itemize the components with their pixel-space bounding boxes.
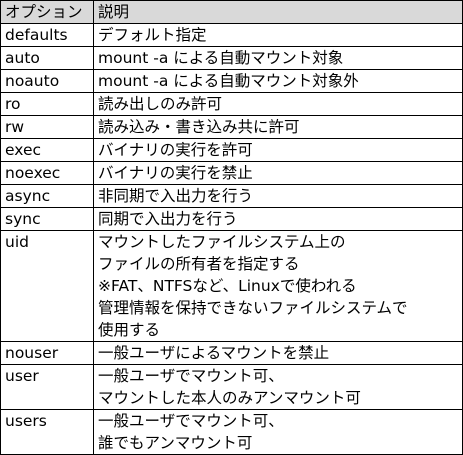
description-line: 読み出しのみ許可	[98, 95, 223, 113]
description-line: 誰でもアンマウント可	[98, 434, 253, 452]
description-line: バイナリの実行を禁止	[98, 164, 253, 182]
option-cell: nouser	[0, 341, 94, 365]
option-cell: uid	[0, 230, 94, 342]
description-cell: 一般ユーザでマウント可、マウントした本人のみアンマウント可	[93, 364, 463, 410]
description-line: mount -a による自動マウント対象外	[98, 72, 359, 90]
option-cell: noauto	[0, 69, 94, 93]
table-row: ro 読み出しのみ許可	[0, 92, 463, 116]
table-row: nouser 一般ユーザによるマウントを禁止	[0, 341, 463, 365]
description-line: デフォルト指定	[98, 26, 207, 44]
description-cell: バイナリの実行を許可	[93, 138, 463, 162]
table-body: defaults デフォルト指定 auto mount -a による自動マウント対象 n…	[0, 23, 463, 455]
option-cell: user	[0, 364, 94, 410]
mount-options-table: オプション 説明 defaults デフォルト指定 auto mount -a による…	[0, 0, 463, 455]
description-cell: 一般ユーザでマウント可、 誰でもアンマウント可	[93, 409, 463, 455]
description-line: mount -a による自動マウント対象	[98, 49, 344, 67]
description-cell: デフォルト指定	[93, 23, 463, 47]
description-line: ファイルの所有者を指定する	[98, 255, 300, 273]
header-option: オプション	[0, 0, 94, 24]
option-cell: exec	[0, 138, 94, 162]
option-cell: async	[0, 184, 94, 208]
description-line: 読み込み・書き込み共に許可	[98, 118, 300, 136]
description-cell: mount -a による自動マウント対象	[93, 46, 463, 70]
description-cell: 一般ユーザによるマウントを禁止	[93, 341, 463, 365]
description-line: バイナリの実行を許可	[98, 141, 253, 159]
header-description: 説明	[93, 0, 463, 24]
table-row: async 非同期で入出力を行う	[0, 184, 463, 208]
table-row: noauto mount -a による自動マウント対象外	[0, 69, 463, 93]
table-header: オプション 説明	[0, 0, 463, 24]
option-cell: defaults	[0, 23, 94, 47]
description-cell: 読み出しのみ許可	[93, 92, 463, 116]
description-cell: 同期で入出力を行う	[93, 207, 463, 231]
description-line: 同期で入出力を行う	[98, 210, 238, 228]
description-cell: バイナリの実行を禁止	[93, 161, 463, 185]
table-row: uid マウントしたファイルシステム上の ファイルの所有者を指定する ※FAT、NTF…	[0, 230, 463, 342]
table-row: noexec バイナリの実行を禁止	[0, 161, 463, 185]
description-cell: マウントしたファイルシステム上の ファイルの所有者を指定する ※FAT、NTFSなど…	[93, 230, 463, 342]
description-line: 管理情報を保持できないファイルシステムで	[98, 299, 408, 317]
description-line: マウントしたファイルシステム上の	[98, 233, 346, 251]
description-cell: mount -a による自動マウント対象外	[93, 69, 463, 93]
table-row: user 一般ユーザでマウント可、マウントした本人のみアンマウント可	[0, 364, 463, 410]
table-row: rw 読み込み・書き込み共に許可	[0, 115, 463, 139]
option-cell: noexec	[0, 161, 94, 185]
table-row: sync 同期で入出力を行う	[0, 207, 463, 231]
description-line: 一般ユーザによるマウントを禁止	[98, 344, 330, 362]
description-line: 一般ユーザでマウント可、	[98, 367, 284, 385]
header-row: オプション 説明	[0, 0, 463, 24]
option-cell: users	[0, 409, 94, 455]
description-line: マウントした本人のみアンマウント可	[98, 389, 361, 407]
table-row: users 一般ユーザでマウント可、 誰でもアンマウント可	[0, 409, 463, 455]
table-row: auto mount -a による自動マウント対象	[0, 46, 463, 70]
table-row: defaults デフォルト指定	[0, 23, 463, 47]
table-row: exec バイナリの実行を許可	[0, 138, 463, 162]
description-line: 非同期で入出力を行う	[98, 187, 254, 205]
option-cell: sync	[0, 207, 94, 231]
option-cell: rw	[0, 115, 94, 139]
option-cell: auto	[0, 46, 94, 70]
description-line: 一般ユーザでマウント可、	[98, 412, 284, 430]
description-line: 使用する	[98, 321, 161, 339]
description-cell: 非同期で入出力を行う	[93, 184, 463, 208]
description-line: ※FAT、NTFSなど、Linuxで使われる	[98, 277, 357, 295]
option-cell: ro	[0, 92, 94, 116]
description-cell: 読み込み・書き込み共に許可	[93, 115, 463, 139]
